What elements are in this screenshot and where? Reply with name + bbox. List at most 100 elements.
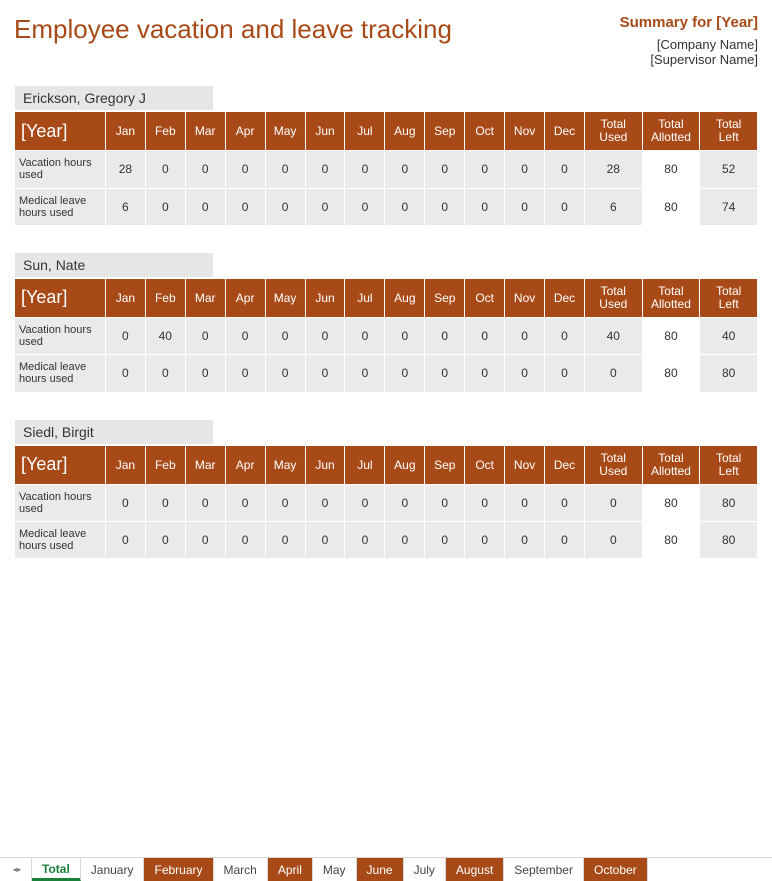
month-cell[interactable]: 0 <box>465 484 505 521</box>
month-cell[interactable]: 0 <box>425 522 465 559</box>
month-cell[interactable]: 0 <box>385 188 425 225</box>
month-cell[interactable]: 0 <box>185 522 225 559</box>
month-cell[interactable]: 0 <box>545 188 585 225</box>
month-cell[interactable]: 0 <box>225 355 265 392</box>
month-cell[interactable]: 6 <box>105 188 145 225</box>
month-cell[interactable]: 0 <box>345 484 385 521</box>
month-cell[interactable]: 0 <box>425 188 465 225</box>
month-cell[interactable]: 0 <box>345 151 385 188</box>
month-cell[interactable]: 0 <box>545 151 585 188</box>
month-cell[interactable]: 0 <box>225 522 265 559</box>
month-cell[interactable]: 0 <box>385 318 425 355</box>
sheet-tab-july[interactable]: July <box>404 858 446 881</box>
month-cell[interactable]: 0 <box>105 522 145 559</box>
sheet-tab-total[interactable]: Total <box>32 858 81 881</box>
month-cell[interactable]: 0 <box>505 484 545 521</box>
month-cell[interactable]: 0 <box>185 188 225 225</box>
month-header: Mar <box>185 445 225 484</box>
month-cell[interactable]: 40 <box>145 318 185 355</box>
sheet-tab-january[interactable]: January <box>81 858 145 881</box>
employee-block: Erickson, Gregory J[Year]JanFebMarAprMay… <box>14 85 758 226</box>
month-cell[interactable]: 0 <box>265 522 305 559</box>
sheet-tab-may[interactable]: May <box>313 858 357 881</box>
tabs-container: TotalJanuaryFebruaryMarchAprilMayJuneJul… <box>32 858 648 881</box>
total-left-header: TotalLeft <box>700 445 758 484</box>
month-cell[interactable]: 0 <box>545 522 585 559</box>
month-cell[interactable]: 0 <box>105 355 145 392</box>
month-cell[interactable]: 0 <box>145 188 185 225</box>
year-header: [Year] <box>15 112 106 151</box>
month-header: Jul <box>345 445 385 484</box>
month-cell[interactable]: 0 <box>265 355 305 392</box>
month-cell[interactable]: 0 <box>185 484 225 521</box>
row-label: Vacation hours used <box>15 318 106 355</box>
month-cell[interactable]: 0 <box>345 318 385 355</box>
month-cell[interactable]: 0 <box>185 355 225 392</box>
month-cell[interactable]: 0 <box>425 355 465 392</box>
sheet-tab-bar: ◂ ▸ TotalJanuaryFebruaryMarchAprilMayJun… <box>0 857 772 881</box>
month-cell[interactable]: 28 <box>105 151 145 188</box>
employee-block: Siedl, Birgit[Year]JanFebMarAprMayJunJul… <box>14 419 758 560</box>
month-cell[interactable]: 0 <box>305 318 345 355</box>
total-allotted-header: TotalAllotted <box>642 278 700 317</box>
month-cell[interactable]: 0 <box>225 188 265 225</box>
month-cell[interactable]: 0 <box>105 318 145 355</box>
month-cell[interactable]: 0 <box>265 151 305 188</box>
month-cell[interactable]: 0 <box>425 318 465 355</box>
month-cell[interactable]: 0 <box>265 484 305 521</box>
month-cell[interactable]: 0 <box>385 522 425 559</box>
month-cell[interactable]: 0 <box>145 522 185 559</box>
month-cell[interactable]: 0 <box>265 318 305 355</box>
month-cell[interactable]: 0 <box>505 151 545 188</box>
month-cell[interactable]: 0 <box>305 355 345 392</box>
tab-nav-arrows[interactable]: ◂ ▸ <box>2 858 32 881</box>
month-cell[interactable]: 0 <box>145 484 185 521</box>
month-cell[interactable]: 0 <box>385 484 425 521</box>
month-cell[interactable]: 0 <box>465 188 505 225</box>
month-cell[interactable]: 0 <box>345 355 385 392</box>
month-cell[interactable]: 0 <box>385 151 425 188</box>
sheet-tab-june[interactable]: June <box>357 858 404 881</box>
month-cell[interactable]: 0 <box>345 522 385 559</box>
sheet-tab-february[interactable]: February <box>144 858 213 881</box>
month-cell[interactable]: 0 <box>105 484 145 521</box>
employee-name: Sun, Nate <box>14 252 214 278</box>
month-header: Sep <box>425 112 465 151</box>
month-cell[interactable]: 0 <box>185 318 225 355</box>
month-cell[interactable]: 0 <box>505 318 545 355</box>
month-header: Jan <box>105 112 145 151</box>
month-cell[interactable]: 0 <box>465 355 505 392</box>
month-cell[interactable]: 0 <box>225 318 265 355</box>
month-cell[interactable]: 0 <box>185 151 225 188</box>
month-cell[interactable]: 0 <box>545 355 585 392</box>
sheet-tab-september[interactable]: September <box>504 858 584 881</box>
month-cell[interactable]: 0 <box>305 151 345 188</box>
month-cell[interactable]: 0 <box>225 151 265 188</box>
month-cell[interactable]: 0 <box>305 188 345 225</box>
month-header: Nov <box>505 278 545 317</box>
month-cell[interactable]: 0 <box>545 318 585 355</box>
sheet-tab-october[interactable]: October <box>584 858 648 881</box>
month-cell[interactable]: 0 <box>505 188 545 225</box>
month-cell[interactable]: 0 <box>145 151 185 188</box>
month-header: Jan <box>105 278 145 317</box>
sheet-tab-march[interactable]: March <box>214 858 268 881</box>
month-cell[interactable]: 0 <box>385 355 425 392</box>
total-used-header: TotalUsed <box>584 278 642 317</box>
month-cell[interactable]: 0 <box>465 522 505 559</box>
month-cell[interactable]: 0 <box>425 484 465 521</box>
month-cell[interactable]: 0 <box>505 355 545 392</box>
month-cell[interactable]: 0 <box>545 484 585 521</box>
month-cell[interactable]: 0 <box>225 484 265 521</box>
month-cell[interactable]: 0 <box>505 522 545 559</box>
month-cell[interactable]: 0 <box>265 188 305 225</box>
month-cell[interactable]: 0 <box>465 318 505 355</box>
month-cell[interactable]: 0 <box>465 151 505 188</box>
month-cell[interactable]: 0 <box>425 151 465 188</box>
sheet-tab-april[interactable]: April <box>268 858 313 881</box>
month-cell[interactable]: 0 <box>145 355 185 392</box>
sheet-tab-august[interactable]: August <box>446 858 504 881</box>
month-cell[interactable]: 0 <box>305 522 345 559</box>
month-cell[interactable]: 0 <box>305 484 345 521</box>
month-cell[interactable]: 0 <box>345 188 385 225</box>
